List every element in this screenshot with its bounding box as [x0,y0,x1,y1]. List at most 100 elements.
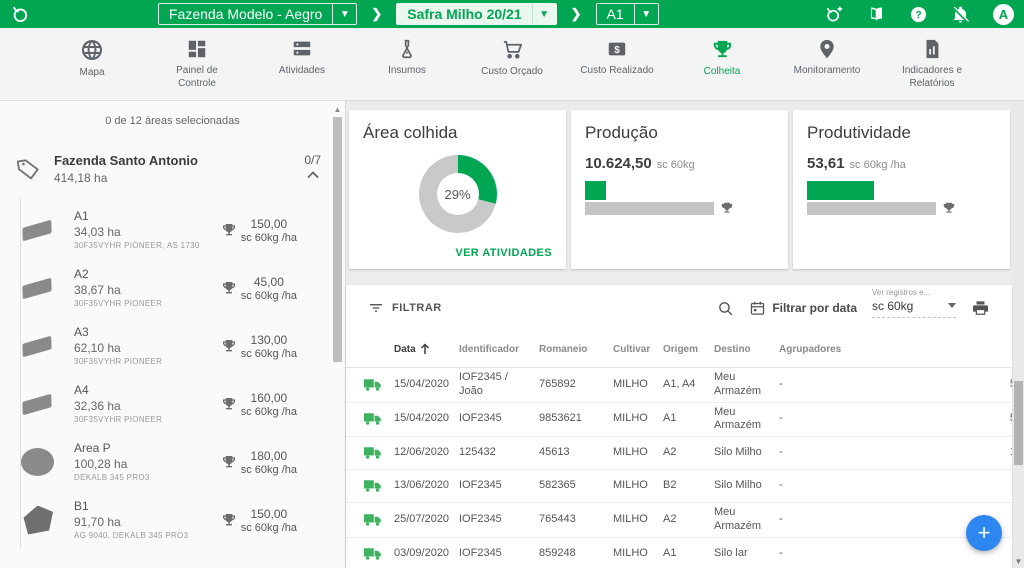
add-record-fab[interactable]: + [966,515,1002,551]
column-header-data[interactable]: Data [394,343,459,355]
area-item-a1[interactable]: A1 34,03 ha 30F35VYHR PIONEER, AS 1730 1… [0,201,345,259]
table-row[interactable]: 25/07/2020 IOF2345 765443 MILHO A2 Meu A… [346,503,1012,538]
app-window: Fazenda Modelo - Aegro ▼ ❯ Safra Milho 2… [0,0,1024,568]
truck-icon [364,378,382,392]
referral-icon[interactable] [823,3,845,25]
scroll-up-icon[interactable]: ▲ [331,105,344,115]
column-header-identificador[interactable]: Identificador [459,344,539,355]
farm-group-header[interactable]: Fazenda Santo Antonio 414,18 ha 0/7 [8,153,327,185]
scrollbar-thumb[interactable] [333,117,342,362]
area-item-a3[interactable]: A3 62,10 ha 30F35VYHR PIONEER 130,00 sc … [0,317,345,375]
flask-icon [396,38,418,60]
help-icon[interactable]: ? [907,3,929,25]
cell-agrupadores: - [779,409,929,429]
tab-custo-orcado[interactable]: Custo Orçado [473,38,551,79]
top-header: Fazenda Modelo - Aegro ▼ ❯ Safra Milho 2… [0,0,1024,28]
column-header-agrupadores[interactable]: Agrupadores [779,344,929,355]
tab-mapa[interactable]: Mapa [53,38,131,80]
field-shape-icon [22,219,51,241]
table-row[interactable]: 15/04/2020 IOF2345 9853621 MILHO A1 Meu … [346,403,1012,438]
area-item-a4[interactable]: A4 32,36 ha 30F35VYHR PIONEER 160,00 sc … [0,375,345,433]
tree-indent-guide [20,197,21,549]
trophy-icon [221,338,237,354]
goal-value: 150,00 [241,217,297,231]
cell-origem: A2 [663,510,714,530]
user-avatar[interactable]: A [993,4,1014,25]
chevron-down-icon[interactable]: ▼ [634,4,658,24]
tab-monitoramento[interactable]: Monitoramento [788,38,866,78]
field-shape-icon [21,506,53,535]
map-pin-icon [816,38,838,60]
cell-origem: A1 [663,544,714,564]
farm-selector[interactable]: Fazenda Modelo - Aegro ▼ [158,3,357,25]
ver-atividades-link[interactable]: VER ATIVIDADES [455,247,552,259]
cell-identificador: IOF2345 [459,476,539,496]
trophy-icon [221,396,237,412]
calendar-icon [749,300,766,317]
area-name: A1 [74,209,221,223]
cell-origem: A2 [663,443,714,463]
table-row[interactable]: 12/06/2020 125432 45613 MILHO A2 Silo Mi… [346,437,1012,470]
date-filter-button[interactable]: Filtrar por data [749,300,857,317]
tab-indicadores-e-relatorios[interactable]: Indicadores e Relatórios [893,38,971,90]
sidebar-scrollbar[interactable]: ▲ [331,105,344,568]
area-cultivar: 30F35VYHR PIONEER [74,357,204,367]
column-header-romaneio[interactable]: Romaneio [539,344,613,355]
harvest-dashboard: Área colhida 29% VER ATIVIDADES Produção… [346,101,1024,568]
area-list: A1 34,03 ha 30F35VYHR PIONEER, AS 1730 1… [0,201,345,549]
tab-insumos[interactable]: Insumos [368,38,446,78]
filter-button[interactable]: FILTRAR [368,300,442,316]
area-item-area-p[interactable]: Area P 100,28 ha DEKALB 345 PRO3 180,00 … [0,433,345,491]
field-shape-icon [22,335,51,357]
column-header-cultivar[interactable]: Cultivar [613,344,663,355]
tag-icon [15,155,42,182]
table-header-row: Data Identificador Romaneio Cultivar Ori… [346,331,1012,368]
tab-colheita[interactable]: Colheita [683,38,761,79]
cell-quantity [929,551,1012,557]
tab-atividades[interactable]: Atividades [263,38,341,78]
table-row[interactable]: 15/04/2020 IOF2345 / João 765892 MILHO A… [346,368,1012,403]
column-header-destino[interactable]: Destino [714,344,779,355]
productivity-unit: sc 60kg /ha [850,159,906,171]
search-icon[interactable] [717,300,734,317]
field-shape-icon [22,277,51,299]
area-item-a2[interactable]: A2 38,67 ha 30F35VYHR PIONEER 45,00 sc 6… [0,259,345,317]
print-icon[interactable] [971,299,990,318]
notifications-off-icon[interactable] [949,3,971,25]
farm-group-name: Fazenda Santo Antonio [54,153,304,168]
tab-label: Colheita [704,66,741,79]
news-book-icon[interactable] [865,3,887,25]
season-selector[interactable]: Safra Milho 20/21 ▼ [396,3,556,25]
trophy-icon [720,201,734,215]
main-scrollbar[interactable]: ▼ [1013,101,1024,568]
area-size: 100,28 ha [74,457,221,471]
column-header-origem[interactable]: Origem [663,344,714,355]
harvested-donut-chart: 29% [419,155,497,233]
area-selector[interactable]: A1 ▼ [596,3,659,25]
production-value: 10.624,50 [585,155,652,172]
goal-unit: sc 60kg /ha [241,290,297,302]
unit-select[interactable]: Ver registros e... sc 60kg [872,299,956,318]
farm-selector-label: Fazenda Modelo - Aegro [159,6,332,22]
chevron-up-icon[interactable] [306,170,320,180]
cell-data: 03/09/2020 [394,544,459,564]
card-area-colhida: Área colhida 29% VER ATIVIDADES [349,110,566,269]
chevron-down-icon[interactable]: ▼ [532,4,556,24]
activities-list-icon [291,38,313,60]
table-row[interactable]: 03/09/2020 IOF2345 859248 MILHO A1 Silo … [346,538,1012,568]
table-row[interactable]: 13/06/2020 IOF2345 582365 MILHO B2 Silo … [346,470,1012,503]
svg-text:$: $ [614,45,620,56]
area-item-b1[interactable]: B1 91,70 ha AG 9040, DEKALB 345 PRO3 150… [0,491,345,549]
trophy-icon [711,38,734,61]
tab-custo-realizado[interactable]: $ Custo Realizado [578,38,656,78]
cell-quantity: 1 [929,443,1012,463]
scrollbar-thumb[interactable] [1014,381,1023,465]
area-cultivar: AG 9040, DEKALB 345 PRO3 [74,531,204,541]
tab-painel-de-controle[interactable]: Painel de Controle [158,38,236,90]
card-title: Produtividade [807,123,996,143]
scroll-down-icon[interactable]: ▼ [1013,557,1024,566]
report-doc-icon [921,38,943,60]
goal-value: 45,00 [241,275,297,289]
chevron-down-icon[interactable]: ▼ [332,4,356,24]
filter-label: FILTRAR [392,302,442,314]
